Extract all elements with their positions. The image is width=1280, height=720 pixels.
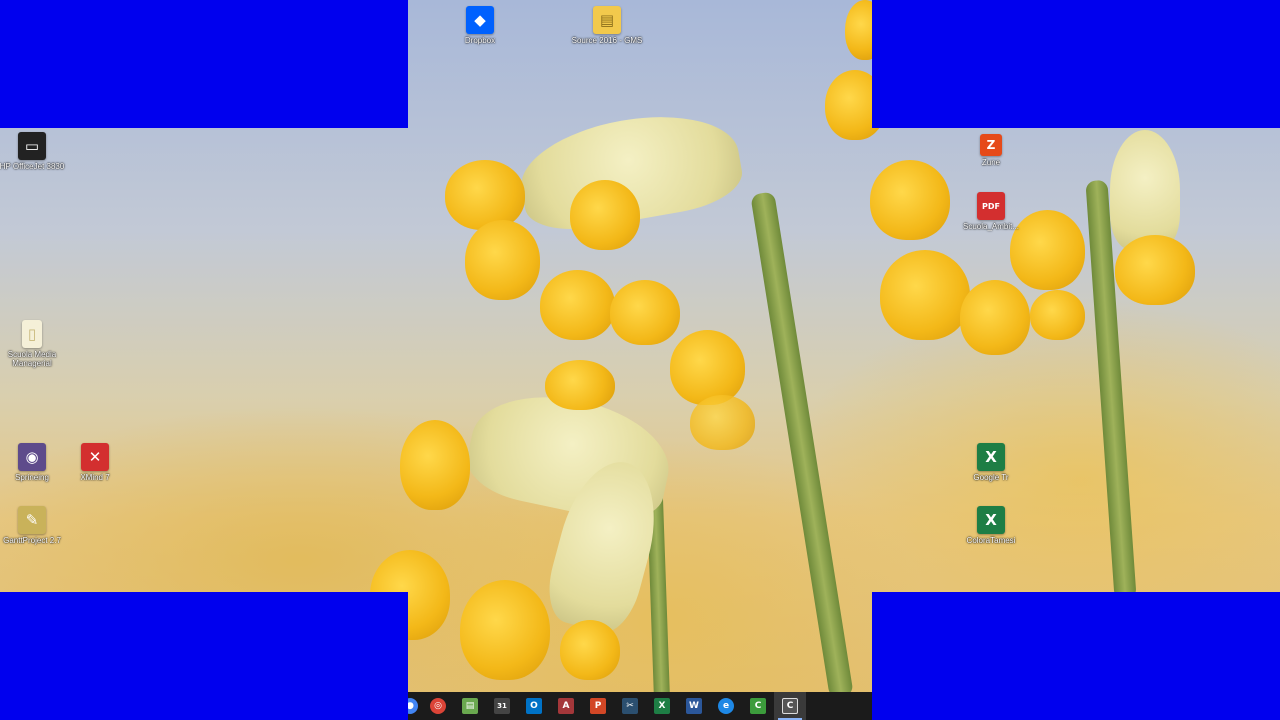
taskbar-button-access[interactable]: A [550, 692, 582, 720]
flower-blossom [465, 220, 540, 300]
flower-blossom [960, 280, 1030, 355]
flower-blossom [670, 330, 745, 405]
xmind-icon: ✕ [81, 443, 109, 471]
desktop-icon-google-tr[interactable]: X Google Tr [953, 443, 1029, 482]
taskbar-button-excel[interactable]: X [646, 692, 678, 720]
flower-calyx [1110, 130, 1180, 250]
blue-panel-top-right [872, 0, 1280, 128]
flower-blossom [540, 270, 615, 340]
desktop-icon-scuola-ambit[interactable]: PDF Scuola_Ambit... [953, 192, 1029, 231]
desktop-icon-label: GanttProject 2.7 [3, 536, 61, 545]
desktop-icon-zune[interactable]: Z Zune [953, 134, 1029, 167]
chrome-icon: ◎ [430, 698, 446, 714]
desktop-icon-label: Google Tr [973, 473, 1009, 482]
flower-blossom [1030, 290, 1085, 340]
taskbar-button-powerpoint[interactable]: P [582, 692, 614, 720]
taskbar-button-snipping-tool[interactable]: ✂ [614, 692, 646, 720]
eye-app-icon: ◉ [18, 443, 46, 471]
flower-blossom [445, 160, 525, 230]
flower-blossom [610, 280, 680, 345]
taskbar-button-camtasia-recorder[interactable]: C [774, 692, 806, 720]
blue-panel-bottom-left [0, 592, 408, 720]
camtasia-recorder-icon: C [782, 698, 798, 714]
desktop-icon-label: Zune [981, 158, 1001, 167]
desktop-icon-source-2016[interactable]: ▤ Source 2016 - GMS [569, 6, 645, 45]
calendar-icon: 31 [494, 698, 510, 714]
snipping-tool-icon: ✂ [622, 698, 638, 714]
flower-blossom [880, 250, 970, 340]
desktop-icon-xmind[interactable]: ✕ XMind 7 [57, 443, 133, 482]
outlook-icon: O [526, 698, 542, 714]
desktop-icon-label: Source 2016 - GMS [571, 36, 643, 45]
flower-blossom [570, 180, 640, 250]
flower-blossom [560, 620, 620, 680]
taskbar-button-notepad[interactable]: ▤ [454, 692, 486, 720]
flower-blossom [400, 420, 470, 510]
desktop: ◆ Dropbox ▤ Source 2016 - GMS ▭ HP Offic… [0, 0, 1280, 720]
desktop-icon-scuola-media[interactable]: ▯ Scuola Media Managerial [0, 320, 70, 368]
blue-panel-bottom-right [872, 592, 1280, 720]
dropbox-icon: ◆ [466, 6, 494, 34]
printer-icon: ▭ [18, 132, 46, 160]
powerpoint-icon: P [590, 698, 606, 714]
desktop-icon-label: Scuola Media Managerial [7, 350, 57, 368]
desktop-icon-hp-officejet[interactable]: ▭ HP OfficeJet 3830 [0, 132, 70, 171]
document-icon: ▯ [22, 320, 42, 348]
word-icon: W [686, 698, 702, 714]
zune-icon: Z [980, 134, 1002, 156]
excel-file-icon: X [977, 506, 1005, 534]
taskbar-button-outlook[interactable]: O [518, 692, 550, 720]
desktop-icon-label: Dropbox [464, 36, 496, 45]
desktop-icon-label: XMind 7 [80, 473, 110, 482]
desktop-icon-label: Scuola_Ambit... [962, 222, 1020, 231]
taskbar-button-word[interactable]: W [678, 692, 710, 720]
chrome-partial-icon: ● [408, 698, 418, 714]
taskbar-button-chrome-partial[interactable]: ● [408, 692, 422, 720]
desktop-icon-dropbox[interactable]: ◆ Dropbox [442, 6, 518, 45]
flower-blossom [870, 160, 950, 240]
taskbar-button-edge[interactable]: e [710, 692, 742, 720]
taskbar-button-calendar[interactable]: 31 [486, 692, 518, 720]
blue-panel-top-left [0, 0, 408, 128]
desktop-icon-coloratamesi[interactable]: X ColoraTamesi [953, 506, 1029, 545]
flower-blossom [545, 360, 615, 410]
desktop-icon-label: ColoraTamesi [966, 536, 1016, 545]
taskbar-button-camtasia[interactable]: C [742, 692, 774, 720]
flower-stem [750, 191, 854, 699]
flower-blossom [460, 580, 550, 680]
taskbar-button-chrome[interactable]: ◎ [422, 692, 454, 720]
pdf-file-icon: PDF [977, 192, 1005, 220]
notepad-icon: ▤ [462, 698, 478, 714]
excel-icon: X [654, 698, 670, 714]
ganttproject-icon: ✎ [18, 506, 46, 534]
taskbar: ● ◎ ▤ 31 O A P ✂ X W e C C [408, 692, 872, 720]
flower-blossom [690, 395, 755, 450]
folder-shortcut-icon: ▤ [593, 6, 621, 34]
edge-icon: e [718, 698, 734, 714]
excel-file-icon: X [977, 443, 1005, 471]
desktop-icon-label: HP OfficeJet 3830 [0, 162, 65, 171]
desktop-icon-ganttproject[interactable]: ✎ GanttProject 2.7 [0, 506, 70, 545]
desktop-icon-label: Sprineing [15, 473, 49, 482]
access-icon: A [558, 698, 574, 714]
flower-blossom [1115, 235, 1195, 305]
camtasia-icon: C [750, 698, 766, 714]
